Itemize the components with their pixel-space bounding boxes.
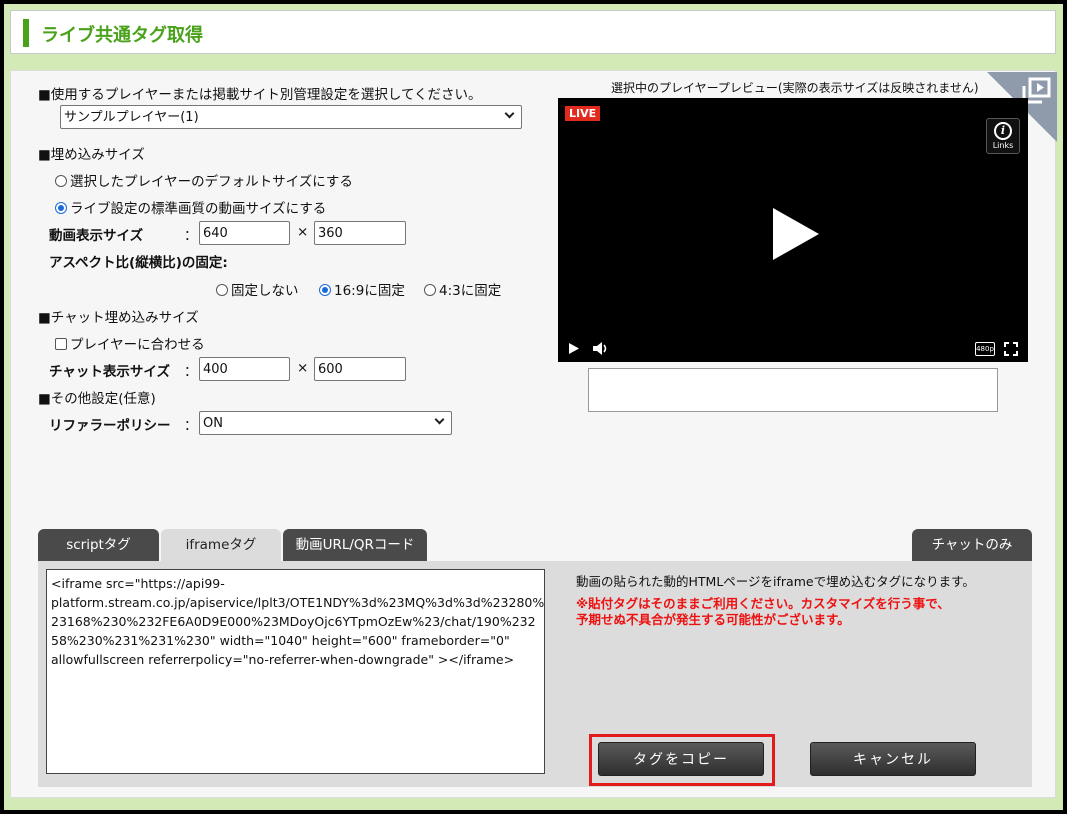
embed-size-section-label: ■埋め込みサイズ — [38, 147, 145, 163]
main-panel: ■使用するプレイヤーまたは掲載サイト別管理設定を選択してください。 サンプルプレ… — [10, 70, 1057, 798]
video-width-input[interactable] — [199, 221, 290, 245]
colon: ： — [184, 364, 198, 380]
fullscreen-icon[interactable] — [1004, 342, 1018, 356]
chat-size-label: チャット表示サイズ — [49, 364, 170, 380]
chat-width-input[interactable] — [199, 357, 290, 381]
chat-section-label: ■チャット埋め込みサイズ — [38, 310, 199, 326]
aspect-169-label: 16:9に固定 — [334, 283, 405, 299]
tag-warning-text: ※貼付タグはそのままご利用ください。カスタマイズを行う事で、 予期せぬ不具合が発… — [576, 596, 950, 627]
chat-fit-player-label: プレイヤーに合わせる — [70, 337, 205, 353]
dialog-header: ライブ共通タグ取得 — [10, 10, 1056, 54]
referrer-policy-label: リファラーポリシー — [49, 418, 171, 434]
radio-selected-icon — [319, 284, 331, 296]
preview-caption: 選択中のプレイヤープレビュー(実際の表示サイズは反映されません) — [611, 81, 979, 95]
radio-icon — [216, 284, 228, 296]
quality-badge[interactable]: 480p — [975, 342, 995, 356]
play-icon[interactable] — [773, 208, 819, 260]
video-height-input[interactable] — [314, 221, 406, 245]
cancel-button[interactable]: キャンセル — [810, 742, 976, 776]
tag-info-text: 動画の貼られた動的HTMLページをiframeで埋め込むタグになります。 — [576, 574, 975, 589]
other-section-label: ■その他設定(任意) — [38, 391, 156, 407]
radio-live-size-label: ライブ設定の標準画質の動画サイズにする — [70, 201, 327, 217]
aspect-none-radio[interactable]: 固定しない — [216, 279, 299, 299]
tab-video-url-qr[interactable]: 動画URL/QRコード — [283, 529, 427, 562]
aspect-ratio-label: アスペクト比(縦横比)の固定: — [49, 255, 228, 271]
radio-default-size[interactable]: 選択したプレイヤーのデフォルトサイズにする — [55, 170, 353, 190]
radio-icon — [55, 175, 67, 187]
times-sign: × — [297, 224, 309, 240]
radio-selected-icon — [55, 202, 67, 214]
highlight-box — [589, 734, 775, 786]
preview-info-box — [588, 368, 998, 412]
aspect-43-label: 4:3に固定 — [439, 283, 502, 299]
colon: ： — [184, 418, 198, 434]
referrer-policy-select[interactable]: ON — [199, 411, 452, 435]
aspect-43-radio[interactable]: 4:3に固定 — [424, 279, 501, 299]
player-section-label: ■使用するプレイヤーまたは掲載サイト別管理設定を選択してください。 — [38, 87, 482, 103]
info-icon: i — [994, 122, 1012, 140]
live-badge: LIVE — [565, 106, 601, 121]
radio-live-size[interactable]: ライブ設定の標準画質の動画サイズにする — [55, 197, 326, 217]
player-preview[interactable]: LIVE i Links 480p — [558, 98, 1028, 362]
chat-fit-player-checkbox[interactable]: プレイヤーに合わせる — [55, 333, 205, 353]
chat-height-input[interactable] — [314, 357, 406, 381]
tab-iframe[interactable]: iframeタグ — [161, 529, 281, 562]
tab-script[interactable]: scriptタグ — [38, 529, 159, 562]
radio-icon — [424, 284, 436, 296]
title-accent-bar — [23, 19, 29, 47]
links-label: Links — [992, 141, 1014, 150]
volume-icon[interactable] — [592, 341, 610, 356]
radio-default-size-label: 選択したプレイヤーのデフォルトサイズにする — [70, 174, 353, 190]
tag-code-textarea[interactable]: <iframe src="https://api99- platform.str… — [46, 569, 545, 774]
colon: ： — [184, 228, 198, 244]
player-select[interactable]: サンプルプレイヤー(1) — [60, 105, 522, 129]
video-size-label: 動画表示サイズ — [49, 228, 144, 244]
aspect-none-label: 固定しない — [231, 283, 299, 299]
links-button[interactable]: i Links — [986, 118, 1020, 154]
play-small-icon[interactable] — [568, 342, 580, 355]
tab-chat-only[interactable]: チャットのみ — [912, 529, 1032, 562]
page-title: ライブ共通タグ取得 — [41, 25, 203, 46]
checkbox-icon — [55, 338, 67, 350]
aspect-169-radio[interactable]: 16:9に固定 — [319, 279, 405, 299]
times-sign: × — [297, 360, 309, 376]
